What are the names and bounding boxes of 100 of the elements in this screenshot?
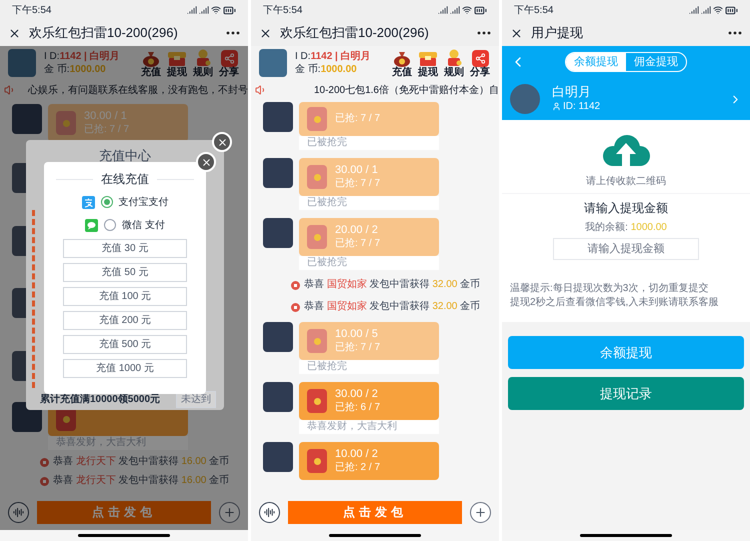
profile-id: ID: 1142 [563,100,600,114]
notice-icon [291,302,300,312]
recharge-amount-button[interactable]: 充值 200 元 [63,311,187,330]
packet-amount: 10.00 / 2 [335,447,379,461]
tip-text: 提现2秒之后查看微信零钱,入未到账请联系客服 [510,296,720,310]
upload-hint: 请上传收款二维码 [586,174,666,189]
amount-input-field[interactable]: 请输入提现金额 [553,238,699,260]
withdraw-action-button[interactable]: 余额提现 [508,336,744,369]
envelope-icon [307,329,327,353]
avatar-placeholder [263,218,293,248]
packet-grabbed: 已抢: 7 / 7 [335,112,380,126]
header-action-button[interactable]: 分享 [469,50,491,78]
avatar-placeholder [12,104,42,134]
header-action-button[interactable]: 规则 [192,48,214,78]
sound-wave-icon [264,506,275,518]
status-time: 下午5:54 [263,4,302,18]
plus-button[interactable] [219,502,240,522]
packet-grabbed: 已抢: 2 / 7 [335,461,380,475]
promo-text: 累计充值满10000领5000元 [40,393,160,407]
chest-icon [167,50,187,66]
avatar-placeholder [263,158,293,188]
close-button[interactable] [212,132,232,152]
close-icon[interactable] [259,26,272,40]
battery-icon [474,4,487,16]
close-icon [216,136,228,148]
marquee-text: 心娱乐，有问题联系在线客服，没有跑包，不封号 [28,84,248,98]
recharge-amount-button[interactable]: 充值 50 元 [63,263,187,282]
recharge-amount-button[interactable]: 充值 100 元 [63,287,187,306]
send-packet-button[interactable]: 点击发包 [288,500,462,524]
figure-icon [446,48,462,66]
notice-icon [291,280,300,290]
header-action-button[interactable]: 充值 [140,50,162,78]
more-icon[interactable] [477,31,491,35]
header-action-button[interactable]: 充值 [391,50,413,78]
header-action-button[interactable]: 分享 [218,50,240,78]
segment-tab[interactable]: 余额提现 [566,53,626,71]
envelope-icon [307,449,327,473]
dialog-title: 在线充值 [101,171,149,188]
plus-icon [223,506,236,518]
figure-icon [195,48,211,66]
voice-button[interactable] [259,502,280,522]
envelope-icon [307,107,327,131]
avatar-placeholder [263,102,293,132]
envelope-icon [307,225,327,249]
notice-icon [40,458,49,466]
packet-amount: 30.00 / 1 [84,109,128,123]
coins-text: 金 币:1000.00 [44,63,107,76]
speaker-icon [4,84,16,96]
radio-button[interactable] [104,219,116,231]
marquee-text: 10-200七包1.6倍（免死中雷赔付本金）自 [314,84,499,98]
header-action-button[interactable]: 提现 [417,50,439,78]
withdraw-action-button[interactable]: 提现记录 [508,377,744,410]
close-icon[interactable] [510,26,523,40]
envelope-icon [307,165,327,189]
close-icon[interactable] [8,26,21,40]
coins-text: 金 币:1000.00 [295,63,358,76]
window-title: 欢乐红包扫雷10-200(296) [29,24,178,42]
recharge-amount-button[interactable]: 充值 1000 元 [63,359,187,378]
sound-wave-icon [13,506,24,518]
share-icon [220,50,238,66]
profile-band[interactable]: 白明月 ID: 1142 [502,78,750,120]
header-action-button[interactable]: 规则 [443,48,465,78]
packet-grabbed: 已抢: 7 / 7 [335,341,380,355]
radio-button[interactable] [100,196,112,208]
packet-amount: 30.00 / 2 [335,387,379,401]
signal-icon [199,5,209,15]
signal-icon [450,5,460,15]
payment-app-icon [82,196,94,208]
packet-footer: 已被抢完 [299,136,439,150]
packet-grabbed: 已抢: 7 / 7 [84,123,130,137]
packet-footer: 已被抢完 [299,256,439,270]
more-icon[interactable] [728,31,742,35]
avatar-placeholder [259,49,287,77]
header-action-button[interactable]: 提现 [166,50,188,78]
status-time: 下午5:54 [12,4,52,18]
notice-text: 恭喜 国贸如家 发包中雷获得 32.00 金币 [304,278,480,292]
packet-amount: 20.00 / 2 [335,223,379,237]
packet-amount: 30.00 / 1 [335,163,379,177]
signal-icon [689,5,699,15]
recharge-amount-button[interactable]: 充值 500 元 [63,335,187,354]
avatar-placeholder [263,382,293,412]
upload-section[interactable]: 请上传收款二维码 [502,120,750,193]
recharge-amount-button[interactable]: 充值 30 元 [63,239,187,258]
profile-name: 白明月 [552,84,592,99]
wifi-icon [462,5,472,15]
packet-footer: 恭喜发财，大吉大利 [299,420,439,434]
envelope-icon [307,389,327,413]
chest-icon [418,50,438,66]
user-icon [552,102,561,111]
more-icon[interactable] [226,31,240,35]
avatar-placeholder [8,49,36,77]
notice-text: 恭喜 国贸如家 发包中雷获得 32.00 金币 [304,300,480,314]
avatar-placeholder [510,84,540,114]
dialog-back-title: 充值中心 [99,147,151,165]
packet-grabbed: 已抢: 7 / 7 [335,177,380,191]
speaker-icon [255,84,267,96]
plus-button[interactable] [470,502,491,522]
signal-icon [701,5,711,15]
segment-tab[interactable]: 佣金提现 [626,53,686,71]
wifi-icon [211,5,221,15]
